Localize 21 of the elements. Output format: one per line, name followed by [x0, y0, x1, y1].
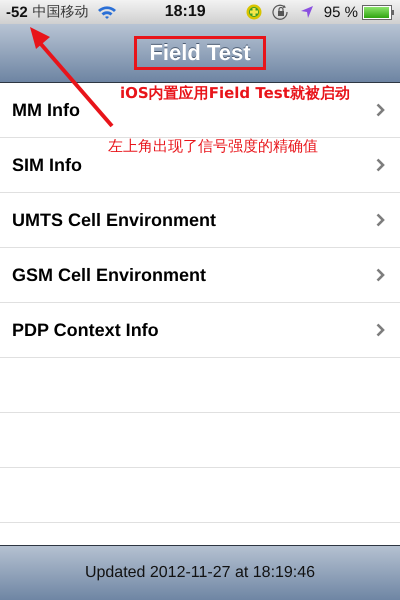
rotation-lock-icon [272, 4, 290, 20]
signal-strength: -52 [6, 4, 28, 20]
list-row[interactable]: UMTS Cell Environment [0, 193, 400, 248]
chevron-icon [376, 103, 385, 117]
chevron-icon [376, 268, 385, 282]
annotation-text: iOS内置应用Field Test就被启动 [120, 84, 350, 103]
plus-badge-icon [246, 4, 262, 20]
clock-time: 18:19 [164, 3, 206, 21]
battery-percent: 95 % [324, 4, 358, 20]
wifi-icon [96, 5, 117, 19]
annotation-text: 左上角出现了信号强度的精确值 [108, 137, 318, 156]
chevron-icon [376, 323, 385, 337]
updated-timestamp: Updated 2012-11-27 at 18:19:46 [84, 564, 316, 582]
screen-title: Field Test [149, 40, 251, 65]
list-row[interactable]: PDP Context Info [0, 303, 400, 358]
battery-icon [362, 4, 394, 20]
location-arrow-icon [300, 5, 314, 19]
chevron-icon [376, 213, 385, 227]
chevron-icon [376, 158, 385, 172]
list-row[interactable]: GSM Cell Environment [0, 248, 400, 303]
carrier-name: 中国移动 [32, 3, 89, 21]
